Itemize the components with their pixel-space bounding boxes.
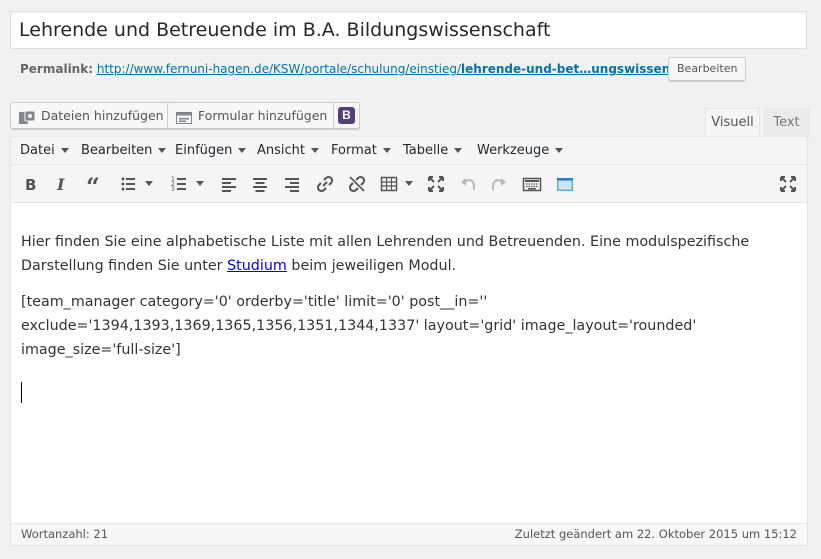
bullet-list-icon[interactable] — [117, 172, 141, 196]
chevron-down-icon — [382, 148, 391, 153]
table-icon[interactable] — [377, 172, 401, 196]
unlink-icon[interactable] — [345, 172, 369, 196]
last-modified: Zuletzt geändert am 22. Oktober 2015 um … — [514, 527, 797, 541]
content-paragraph: Hier finden Sie eine alphabetische Liste… — [21, 230, 781, 278]
italic-icon[interactable]: I — [50, 172, 74, 196]
paragraph-text-end: beim jeweiligen Modul. — [286, 258, 457, 274]
svg-text:B: B — [25, 176, 36, 194]
edit-permalink-button[interactable]: Bearbeiten — [668, 57, 747, 81]
editor-statusbar: Wortanzahl: 21 Zuletzt geändert am 22. O… — [11, 523, 807, 545]
editor-toolbar: B I “ 123 — [11, 165, 807, 203]
svg-text:I: I — [56, 175, 65, 194]
add-form-label: Formular hinzufügen — [198, 108, 328, 123]
tab-visual[interactable]: Visuell — [705, 108, 760, 137]
fullscreen-icon[interactable] — [424, 172, 448, 196]
chevron-down-icon — [60, 148, 69, 153]
chevron-down-icon — [555, 148, 564, 153]
bootstrap-button[interactable]: B — [333, 102, 360, 129]
chevron-down-icon — [311, 148, 320, 153]
menu-tools-label: Werkzeuge — [477, 143, 550, 158]
permalink-label: Permalink: — [20, 62, 94, 76]
word-count: Wortanzahl: 21 — [21, 527, 109, 541]
page-layout-icon[interactable] — [553, 172, 577, 196]
numbered-list-dropdown-icon[interactable] — [196, 181, 204, 186]
post-title-input[interactable]: Lehrende und Betreuende im B.A. Bildungs… — [10, 11, 807, 49]
align-left-icon[interactable] — [217, 172, 241, 196]
form-icon — [176, 108, 192, 124]
menu-file[interactable]: Datei — [20, 137, 69, 165]
media-icon — [19, 108, 36, 124]
permalink-url[interactable]: http://www.fernuni-hagen.de/KSW/portale/… — [97, 62, 716, 76]
chevron-down-icon — [238, 148, 247, 153]
editor: Datei Bearbeiten Einfügen Ansicht Format… — [10, 136, 808, 546]
bootstrap-icon: B — [338, 107, 355, 124]
menu-format-label: Format — [331, 143, 377, 158]
editor-menubar: Datei Bearbeiten Einfügen Ansicht Format… — [11, 137, 807, 165]
add-media-button[interactable]: Dateien hinzufügen — [10, 102, 173, 129]
blockquote-icon[interactable]: “ — [83, 172, 107, 201]
numbered-list-icon[interactable]: 123 — [168, 172, 192, 196]
menu-table[interactable]: Tabelle — [403, 137, 463, 165]
chevron-down-icon — [158, 148, 167, 153]
tab-text[interactable]: Text — [764, 108, 809, 137]
align-center-icon[interactable] — [248, 172, 272, 196]
menu-insert[interactable]: Einfügen — [175, 137, 247, 165]
undo-icon[interactable] — [456, 172, 480, 196]
menu-view-label: Ansicht — [257, 143, 306, 158]
menu-edit[interactable]: Bearbeiten — [81, 137, 167, 165]
permalink-row: Permalink: http://www.fernuni-hagen.de/K… — [20, 57, 716, 81]
align-right-icon[interactable] — [280, 172, 304, 196]
table-dropdown-icon[interactable] — [405, 181, 413, 186]
menu-tools[interactable]: Werkzeuge — [477, 137, 564, 165]
menu-table-label: Tabelle — [403, 143, 449, 158]
svg-text:3: 3 — [171, 186, 175, 193]
redo-icon[interactable] — [487, 172, 511, 196]
svg-text:“: “ — [86, 172, 100, 196]
keyboard-shortcuts-icon[interactable] — [520, 172, 544, 196]
menu-file-label: Datei — [20, 143, 55, 158]
add-form-button[interactable]: Formular hinzufügen — [167, 102, 337, 129]
bullet-list-dropdown-icon[interactable] — [145, 181, 153, 186]
chevron-down-icon — [454, 148, 463, 153]
permalink-url-prefix: http://www.fernuni-hagen.de/KSW/portale/… — [96, 62, 462, 76]
menu-format[interactable]: Format — [331, 137, 391, 165]
bold-icon[interactable]: B — [19, 172, 43, 196]
menu-edit-label: Bearbeiten — [81, 143, 153, 158]
link-icon[interactable] — [313, 172, 337, 196]
studium-link[interactable]: Studium — [227, 258, 287, 274]
editor-content[interactable]: Hier finden Sie eine alphabetische Liste… — [21, 230, 781, 374]
menu-insert-label: Einfügen — [175, 143, 233, 158]
expand-icon[interactable] — [776, 172, 800, 196]
add-media-label: Dateien hinzufügen — [41, 108, 164, 123]
menu-view[interactable]: Ansicht — [257, 137, 320, 165]
text-cursor — [21, 382, 22, 403]
shortcode-paragraph: [team_manager category='0' orderby='titl… — [21, 294, 697, 358]
